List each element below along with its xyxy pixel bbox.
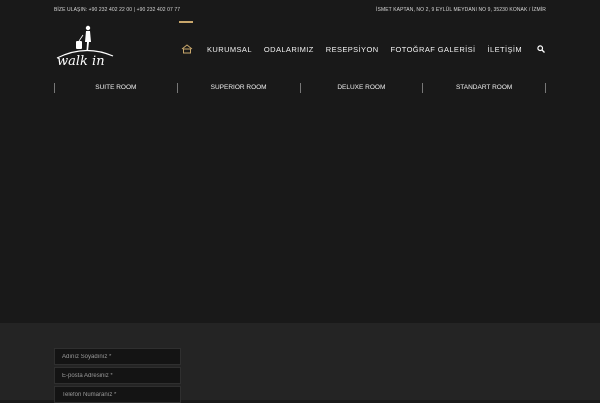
search-button[interactable] [536, 44, 546, 54]
logo-text: walk in [57, 54, 105, 69]
phone-field[interactable] [54, 386, 181, 403]
address-info: İSMET KAPTAN, NO 2, 9 EYLÜL MEYDANI NO 9… [376, 7, 546, 13]
nav-item-odalarimiz[interactable]: ODALARIMIZ [264, 45, 314, 54]
name-field[interactable] [54, 348, 181, 365]
room-menu: SUITE ROOM SUPERIOR ROOM DELUXE ROOM STA… [54, 82, 546, 94]
nav-item-iletisim[interactable]: İLETİŞİM [488, 45, 522, 54]
room-link-standart[interactable]: STANDART ROOM [423, 82, 545, 94]
room-link-superior[interactable]: SUPERIOR ROOM [178, 82, 300, 94]
logo[interactable]: walk in [54, 24, 116, 74]
contact-info: BİZE ULAŞIN: +90 232 402 22 00 | +90 232… [54, 7, 181, 13]
search-icon [537, 45, 545, 53]
top-bar: BİZE ULAŞIN: +90 232 402 22 00 | +90 232… [0, 0, 600, 20]
email-field[interactable] [54, 367, 181, 384]
nav-item-kurumsal[interactable]: KURUMSAL [207, 45, 252, 54]
divider [545, 83, 546, 93]
nav-item-resepsiyon[interactable]: RESEPSİYON [326, 45, 379, 54]
main-navigation: KURUMSAL ODALARIMIZ RESEPSİYON FOTOĞRAF … [179, 21, 546, 58]
contact-form-section [0, 323, 600, 403]
room-link-deluxe[interactable]: DELUXE ROOM [301, 82, 423, 94]
nav-item-fotograf-galerisi[interactable]: FOTOĞRAF GALERİSİ [391, 45, 476, 54]
active-indicator [179, 21, 194, 23]
nav-item-home[interactable] [179, 21, 195, 58]
home-icon [181, 44, 193, 54]
room-link-suite[interactable]: SUITE ROOM [55, 82, 177, 94]
